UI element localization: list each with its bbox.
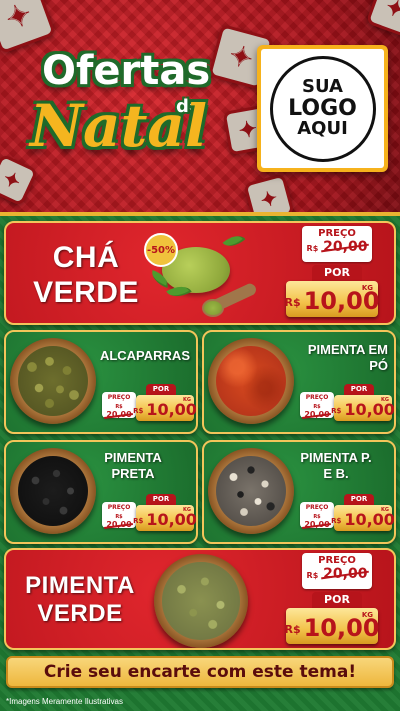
product-name: PIMENTA VERDE — [25, 572, 135, 627]
decoration-box-icon: ✦ — [0, 153, 39, 207]
logo-text-line2: LOGO — [288, 95, 357, 121]
old-price: 20,00 — [323, 566, 368, 582]
old-price-tag: PREÇO R$ 20,00 — [102, 502, 136, 529]
old-price-tag: PREÇO R$ 20,00 — [302, 553, 372, 589]
discount-badge: -50% — [144, 233, 178, 267]
new-price: 10,00 — [303, 614, 380, 642]
new-price-tag: R$ 10,00 KG — [133, 505, 197, 531]
product-card-pimenta-p-e-b[interactable]: PIMENTA P. E B. PREÇO R$ 20,00 POR R$ 10… — [202, 440, 396, 544]
new-price: 10,00 — [146, 400, 197, 419]
product-card-pimenta-verde[interactable]: PIMENTA VERDE PREÇO R$ 20,00 POR R$ 10,0… — [4, 548, 396, 650]
mixed-pepper-bowl-image — [208, 448, 294, 534]
product-card-pimenta-preta[interactable]: PIMENTA PRETA PREÇO R$ 20,00 POR R$ 10,0… — [4, 440, 198, 544]
title-ofertas: Ofertas — [42, 48, 211, 94]
por-label: POR — [146, 384, 176, 395]
product-name: CHÁ VERDE — [33, 241, 139, 309]
new-price-tag: R$ 10,00 KG — [133, 395, 197, 421]
product-name: PIMENTA PRETA — [104, 450, 162, 482]
product-card-alcaparras[interactable]: ALCAPARRAS PREÇO R$ 20,00 POR R$ 10,00 K… — [4, 330, 198, 434]
decoration-box-icon: ✦ — [365, 0, 400, 39]
old-price: 20,00 — [304, 410, 330, 419]
capers-bowl-image — [10, 338, 96, 424]
new-price: 10,00 — [344, 400, 395, 419]
product-name: ALCAPARRAS — [99, 348, 190, 363]
old-price: 20,00 — [304, 520, 330, 529]
green-pepper-bowl-image — [154, 554, 248, 648]
new-price: 10,00 — [344, 510, 395, 529]
new-price: 10,00 — [146, 510, 197, 529]
old-price-tag: PREÇO R$ 20,00 — [302, 226, 372, 262]
product-card-cha-verde[interactable]: CHÁ VERDE -50% PREÇO R$ 20,00 POR R$ 10,… — [4, 221, 396, 325]
decoration-box-icon: ✦ — [0, 0, 57, 55]
old-price: 20,00 — [323, 239, 368, 255]
chili-powder-bowl-image — [208, 338, 294, 424]
por-label: POR — [312, 592, 362, 608]
new-price-tag: R$ 10,00 KG — [331, 505, 395, 531]
old-price-tag: PREÇO R$ 20,00 — [102, 392, 136, 419]
logo-text-line1: SUA — [302, 76, 343, 98]
logo-text-line3: AQUI — [297, 118, 348, 140]
disclaimer-text: *Imagens Meramente Ilustrativas — [6, 697, 123, 706]
new-price: 10,00 — [303, 287, 380, 315]
spoon-powder-image — [202, 299, 224, 317]
old-price-tag: PREÇO R$ 20,00 — [300, 502, 334, 529]
por-label: POR — [146, 494, 176, 505]
product-name: PIMENTA EM PÓ — [307, 342, 388, 374]
old-price: 20,00 — [106, 520, 132, 529]
por-label: POR — [312, 265, 362, 281]
cta-banner[interactable]: Crie seu encarte com este tema! — [6, 656, 394, 688]
black-pepper-bowl-image — [10, 448, 96, 534]
product-card-pimenta-em-po[interactable]: PIMENTA EM PÓ PREÇO R$ 20,00 POR R$ 10,0… — [202, 330, 396, 434]
por-label: POR — [344, 494, 374, 505]
logo-circle: SUA LOGO AQUI — [269, 55, 376, 162]
por-label: POR — [344, 384, 374, 395]
decoration-box-icon: ✦ — [243, 173, 295, 212]
title-natal: Natal — [30, 92, 208, 160]
new-price-tag: R$ 10,00 KG — [331, 395, 395, 421]
product-name: PIMENTA P. E B. — [300, 450, 372, 482]
old-price-tag: PREÇO R$ 20,00 — [300, 392, 334, 419]
header-banner: ✦ ✦ ✦ ✦ ✦ ✦ Ofertas de Natal SUA LOGO AQ… — [0, 0, 400, 212]
logo-placeholder[interactable]: SUA LOGO AQUI — [257, 45, 388, 172]
old-price: 20,00 — [106, 410, 132, 419]
new-price-tag: R$ 10,00 KG — [284, 281, 380, 317]
new-price-tag: R$ 10,00 KG — [284, 608, 380, 644]
